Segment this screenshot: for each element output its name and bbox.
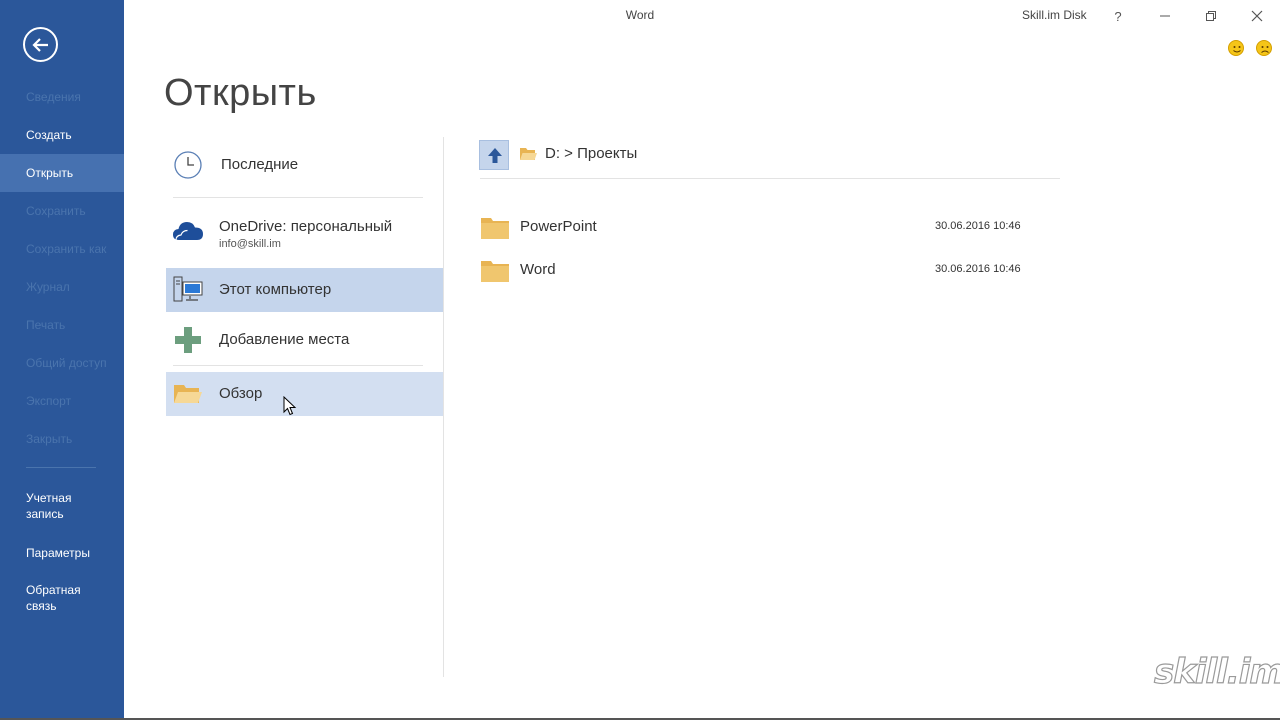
folder-open-icon (174, 385, 202, 403)
folder-date: 30.06.2016 10:46 (935, 220, 1021, 232)
place-label: Последние (221, 156, 299, 173)
nav-item-print: Печать (26, 318, 66, 332)
place-separator (173, 365, 423, 366)
nav-item-save-as: Сохранить как (26, 242, 107, 256)
up-one-level-button[interactable] (479, 140, 509, 170)
place-sublabel: info@skill.im (219, 238, 281, 250)
watermark-logo: skill.im (1153, 651, 1280, 692)
nav-item-history: Журнал (26, 280, 70, 294)
breadcrumb-divider (480, 178, 1060, 179)
folder-name: Word (520, 261, 556, 278)
place-label: Добавление места (219, 331, 350, 348)
place-label: OneDrive: персональный (219, 218, 393, 235)
arrow-up-icon (488, 148, 502, 163)
close-icon (1251, 10, 1263, 22)
folder-open-icon (520, 148, 537, 160)
minimize-button[interactable] (1145, 2, 1185, 30)
place-add[interactable]: Добавление места (166, 318, 443, 362)
nav-item-info: Сведения (26, 90, 81, 104)
window-title: Word (625, 8, 655, 22)
plus-icon (175, 327, 201, 353)
nav-item-new[interactable]: Создать (0, 116, 124, 154)
folder-date: 30.06.2016 10:46 (935, 263, 1021, 275)
nav-item-open[interactable]: Открыть (0, 154, 124, 192)
nav-separator (26, 467, 96, 468)
help-button[interactable]: ? (1098, 2, 1138, 30)
page-title: Открыть (164, 72, 317, 114)
nav-item-close: Закрыть (26, 432, 73, 446)
place-recent[interactable]: Последние (166, 141, 443, 189)
close-button[interactable] (1237, 2, 1277, 30)
nav-item-export: Экспорт (26, 394, 72, 408)
restore-button[interactable] (1191, 2, 1231, 30)
folder-name: PowerPoint (520, 218, 597, 235)
back-arrow-icon (32, 38, 48, 52)
restore-icon (1206, 11, 1216, 21)
onedrive-cloud-icon (173, 222, 203, 241)
nav-item-account[interactable]: Учетная запись (0, 487, 124, 527)
place-browse[interactable]: Обзор (166, 372, 443, 416)
place-separator (173, 197, 423, 198)
place-onedrive[interactable]: OneDrive: персональный info@skill.im (166, 206, 443, 258)
minimize-icon (1160, 15, 1170, 17)
place-label: Этот компьютер (219, 281, 332, 298)
clock-icon (174, 151, 202, 179)
place-label: Обзор (219, 385, 263, 402)
breadcrumb-path[interactable]: D: > Проекты (545, 145, 637, 162)
computer-icon (173, 276, 203, 302)
pane-divider (443, 137, 444, 677)
backstage-nav: Сведения Создать Открыть Сохранить Сохра… (0, 0, 124, 720)
account-name[interactable]: Skill.im Disk (1022, 8, 1087, 22)
back-button[interactable] (23, 27, 58, 62)
folder-row[interactable]: Word 30.06.2016 10:46 (476, 251, 1060, 291)
nav-item-share: Общий доступ (26, 356, 107, 370)
smile-feedback-icon[interactable] (1228, 40, 1244, 56)
folder-icon (481, 218, 509, 239)
nav-item-feedback[interactable]: Обратная связь (0, 579, 124, 619)
nav-item-options[interactable]: Параметры (0, 534, 124, 572)
mouse-cursor-icon (283, 396, 297, 416)
nav-item-save: Сохранить (26, 204, 86, 218)
frown-feedback-icon[interactable] (1256, 40, 1272, 56)
folder-row[interactable]: PowerPoint 30.06.2016 10:46 (476, 208, 1060, 248)
folder-icon (481, 261, 509, 282)
place-this-pc[interactable]: Этот компьютер (166, 268, 443, 312)
